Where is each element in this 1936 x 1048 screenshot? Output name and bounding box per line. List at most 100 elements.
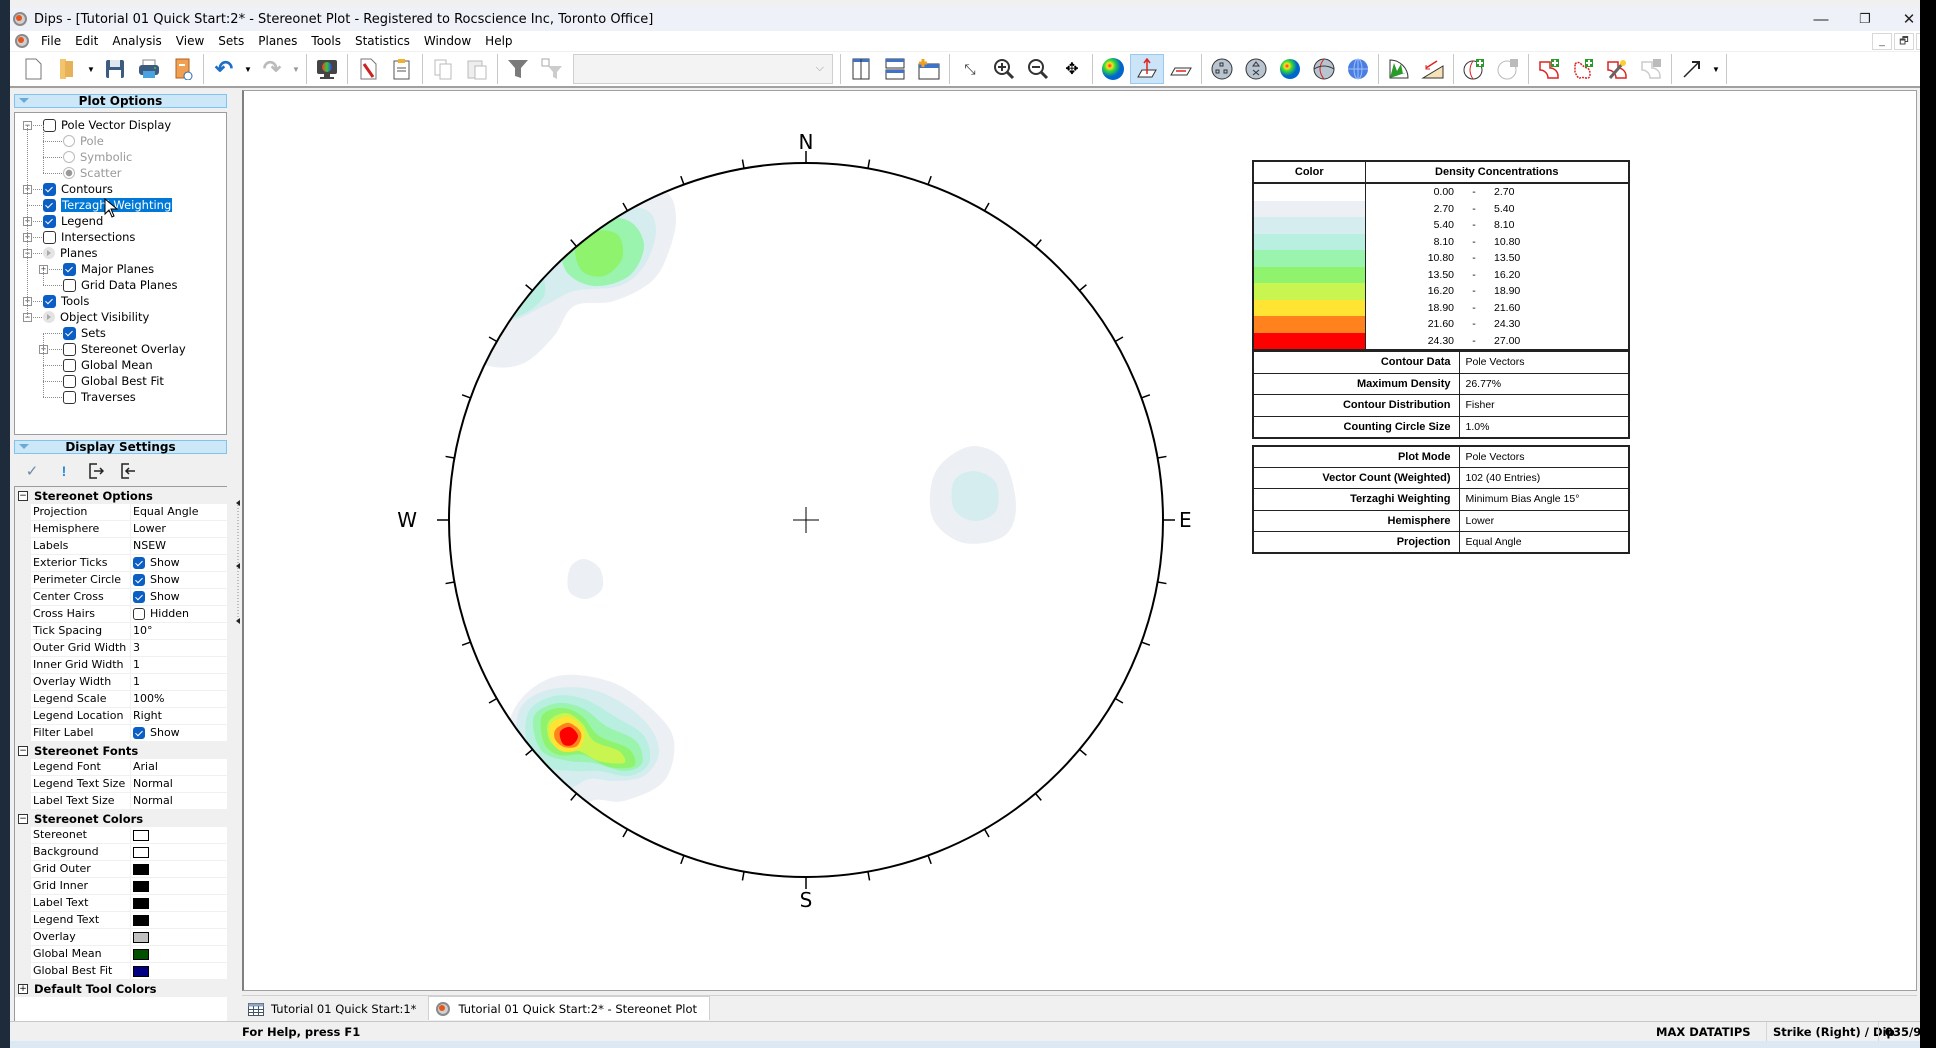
property-value[interactable]: NSEW — [131, 538, 227, 554]
menu-window[interactable]: Window — [417, 34, 478, 48]
menu-planes[interactable]: Planes — [251, 34, 304, 48]
filter-button[interactable] — [501, 54, 535, 84]
panel-splitter[interactable] — [234, 90, 242, 995]
display-options-button[interactable] — [310, 54, 344, 84]
radio-button[interactable] — [63, 167, 75, 179]
property-category[interactable]: − Stereonet Colors — [15, 810, 227, 827]
property-value[interactable] — [131, 929, 227, 945]
menu-view[interactable]: View — [169, 34, 211, 48]
property-value[interactable]: Show — [131, 725, 227, 741]
menu-file[interactable]: File — [34, 34, 68, 48]
property-checkbox[interactable] — [133, 557, 145, 569]
tree-item-scatter[interactable]: Scatter — [63, 165, 122, 181]
property-checkbox[interactable] — [133, 727, 145, 739]
grid-sphere-button[interactable] — [1341, 54, 1375, 84]
menu-analysis[interactable]: Analysis — [105, 34, 168, 48]
color-swatch[interactable] — [133, 846, 149, 858]
color-swatch[interactable] — [133, 914, 149, 926]
tree-item-legend[interactable]: Legend — [43, 213, 103, 229]
checkbox[interactable] — [63, 358, 76, 372]
mdi-minimize-button[interactable]: _ — [1872, 33, 1892, 50]
radio-button[interactable] — [63, 151, 75, 163]
group-arrow-icon[interactable] — [43, 311, 55, 323]
property-category[interactable]: − Stereonet Fonts — [15, 742, 227, 759]
collapse-minus-icon[interactable]: − — [18, 490, 28, 501]
scatter-plot-button[interactable] — [1239, 54, 1273, 84]
menu-edit[interactable]: Edit — [68, 34, 105, 48]
mdi-restore-button[interactable]: 🗗 — [1894, 33, 1914, 50]
contour-plot-button[interactable] — [1096, 54, 1130, 84]
checkbox[interactable] — [63, 278, 76, 292]
stereonet-plot-view[interactable]: N S W E Color Density Concentrations 0.0… — [242, 90, 1917, 991]
edit-set-window-button[interactable] — [1634, 54, 1668, 84]
apply-button[interactable]: ✓ — [16, 462, 48, 480]
property-value[interactable] — [131, 878, 227, 894]
display-settings-header[interactable]: Display Settings — [14, 440, 227, 454]
menu-tools[interactable]: Tools — [304, 34, 348, 48]
property-category[interactable]: − Stereonet Options — [15, 487, 227, 504]
tree-item-grid-data-planes[interactable]: Grid Data Planes — [63, 277, 177, 293]
restore-button[interactable]: ❐ — [1842, 7, 1888, 31]
plane-mode-button[interactable] — [1164, 54, 1198, 84]
major-planes-button[interactable] — [1307, 54, 1341, 84]
checkbox[interactable] — [43, 230, 56, 244]
menu-sets[interactable]: Sets — [211, 34, 251, 48]
stereonet-canvas[interactable]: N S W E — [244, 91, 1917, 990]
color-swatch[interactable] — [133, 965, 149, 977]
property-value[interactable]: Equal Angle — [131, 504, 227, 520]
tree-item-global-best-fit[interactable]: Global Best Fit — [63, 373, 164, 389]
redo-button[interactable]: ↷ — [255, 54, 289, 84]
tab-spreadsheet[interactable]: Tutorial 01 Quick Start:1* — [242, 998, 428, 1020]
tree-item-global-mean[interactable]: Global Mean — [63, 357, 153, 373]
import-settings-button[interactable] — [112, 463, 144, 479]
property-value[interactable]: 1 — [131, 657, 227, 673]
rosette-plot-button[interactable] — [1382, 54, 1416, 84]
add-set-window-button[interactable] — [1532, 54, 1566, 84]
auto-set-window-button[interactable] — [1600, 54, 1634, 84]
tree-item-planes[interactable]: Planes — [43, 245, 98, 261]
property-value[interactable] — [131, 895, 227, 911]
export-report-button[interactable] — [166, 54, 200, 84]
tree-item-intersections[interactable]: Intersections — [43, 229, 135, 245]
document-icon[interactable] — [14, 33, 30, 49]
property-checkbox[interactable] — [133, 591, 145, 603]
view-combo-box[interactable]: ⌵ — [573, 54, 833, 84]
property-value[interactable]: Arial — [131, 759, 227, 775]
group-arrow-icon[interactable] — [43, 247, 55, 259]
zoom-extents-button[interactable]: ⤡ — [953, 54, 987, 84]
checkbox[interactable] — [43, 214, 56, 228]
color-swatch[interactable] — [133, 880, 149, 892]
pole-vector-mode-button[interactable] — [1130, 54, 1164, 84]
undo-button[interactable]: ↶ — [207, 54, 241, 84]
property-value[interactable] — [131, 827, 227, 843]
zoom-out-button[interactable] — [1021, 54, 1055, 84]
checkbox[interactable] — [63, 342, 76, 356]
property-value[interactable]: Right — [131, 708, 227, 724]
collapse-minus-icon[interactable]: − — [18, 745, 28, 756]
print-button[interactable] — [132, 54, 166, 84]
property-value[interactable]: 3 — [131, 640, 227, 656]
tree-item-tools[interactable]: Tools — [43, 293, 89, 309]
menu-statistics[interactable]: Statistics — [348, 34, 417, 48]
filter-grid-button[interactable] — [535, 54, 569, 84]
property-value[interactable]: Show — [131, 572, 227, 588]
property-value[interactable]: Show — [131, 555, 227, 571]
open-dropdown[interactable]: ▼ — [84, 54, 98, 84]
property-checkbox[interactable] — [133, 608, 145, 620]
kinematic-analysis-button[interactable] — [1416, 54, 1450, 84]
arrow-tool-dropdown[interactable]: ▼ — [1709, 54, 1723, 84]
property-value[interactable] — [131, 844, 227, 860]
property-value[interactable]: Lower — [131, 521, 227, 537]
collapse-minus-icon[interactable]: − — [18, 813, 28, 824]
checkbox[interactable] — [43, 294, 56, 308]
property-category[interactable]: + Default Tool Colors — [15, 980, 227, 997]
property-value[interactable]: Normal — [131, 776, 227, 792]
save-button[interactable] — [98, 54, 132, 84]
property-value[interactable]: 10° — [131, 623, 227, 639]
paste-button[interactable] — [460, 54, 494, 84]
checkbox[interactable] — [63, 262, 76, 276]
copy-button[interactable] — [426, 54, 460, 84]
property-value[interactable]: Hidden — [131, 606, 227, 622]
new-file-button[interactable] — [16, 54, 50, 84]
zoom-in-button[interactable] — [987, 54, 1021, 84]
